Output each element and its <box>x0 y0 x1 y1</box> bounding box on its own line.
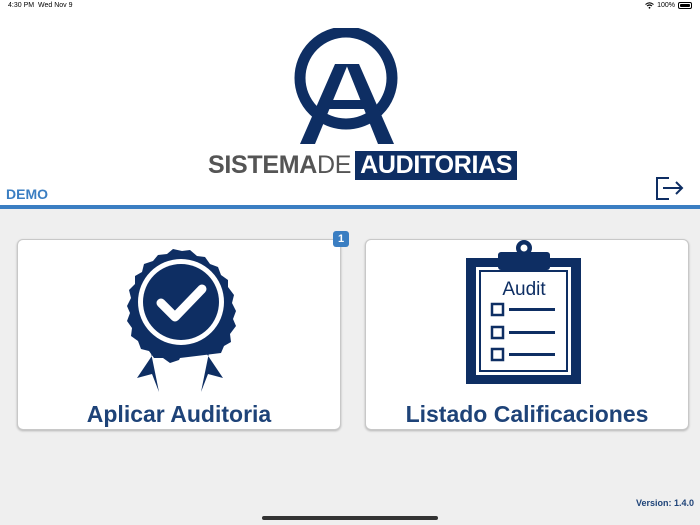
app-logo: SISTEMA DE AUDITORIAS <box>205 28 518 196</box>
apply-audit-card[interactable]: Aplicar Auditoria <box>17 239 341 430</box>
status-right: 100% <box>645 2 692 9</box>
battery-icon <box>678 2 692 9</box>
ratings-list-card[interactable]: Audit Listado Calificaciones <box>365 239 689 430</box>
logout-icon <box>656 177 684 200</box>
status-bar: 4:30 PM Wed Nov 9 100% <box>0 0 700 13</box>
home-indicator[interactable] <box>262 516 438 520</box>
audit-clipboard-icon: Audit <box>466 240 581 384</box>
brand-part-2: DE <box>317 151 352 179</box>
clipboard-audit-text: Audit <box>502 279 546 300</box>
wifi-icon <box>645 2 654 9</box>
logout-button[interactable] <box>655 175 685 201</box>
app-version: Version: 1.4.0 <box>635 498 694 508</box>
pending-count-badge: 1 <box>333 231 349 247</box>
brand-part-3: AUDITORIAS <box>355 151 518 180</box>
brand-wordmark: SISTEMA DE AUDITORIAS <box>208 151 518 180</box>
ratings-list-label: Listado Calificaciones <box>405 401 649 427</box>
apply-audit-label: Aplicar Auditoria <box>86 401 272 427</box>
battery-percent: 100% <box>657 2 675 9</box>
status-date: Wed Nov 9 <box>38 2 73 9</box>
header-divider <box>0 205 700 209</box>
logo-a-icon <box>294 28 398 144</box>
brand-part-1: SISTEMA <box>208 151 318 179</box>
award-ribbon-check-icon <box>127 249 236 392</box>
header: SISTEMA DE AUDITORIAS <box>0 13 700 207</box>
user-label: DEMO <box>6 186 48 202</box>
status-time: 4:30 PM <box>8 2 35 9</box>
